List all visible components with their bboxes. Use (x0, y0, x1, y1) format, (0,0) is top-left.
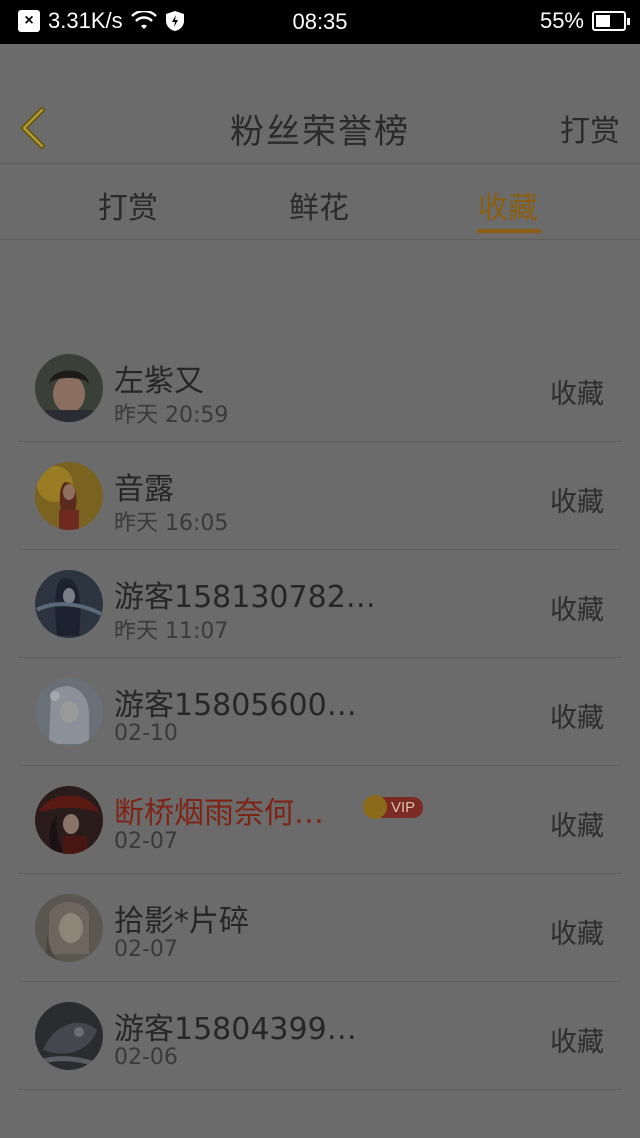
page-title: 粉丝荣誉榜 (230, 112, 410, 152)
user-name: 音露 (114, 472, 174, 507)
list-item[interactable]: 断桥烟雨奈何… VIP 02-07 收藏 (18, 766, 622, 874)
tab-bar: 打赏 鲜花 收藏 (0, 165, 640, 240)
user-name: 游客15804399… (114, 1012, 357, 1047)
list-item[interactable]: 左紫又 昨天 20:59 收藏 (18, 334, 622, 442)
user-name: 左紫又 (114, 364, 204, 399)
battery-percent: 55% (539, 8, 584, 33)
user-name: 游客15805600… (114, 688, 357, 723)
timestamp: 02-07 (114, 829, 178, 854)
header: 粉丝荣誉榜 打赏 (0, 44, 640, 164)
battery-icon (592, 11, 630, 31)
list-item[interactable]: 游客158130782… 昨天 11:07 收藏 (18, 550, 622, 658)
favorite-label: 收藏 (550, 703, 604, 734)
status-right: 55% (539, 8, 630, 34)
vip-badge: VIP (363, 795, 424, 819)
user-name: 游客158130782… (114, 580, 376, 615)
avatar (35, 570, 103, 638)
list-item[interactable]: 游客15805600… 02-10 收藏 (18, 658, 622, 766)
timestamp: 昨天 20:59 (114, 403, 229, 428)
user-name: 拾影*片碎 (114, 904, 249, 939)
user-name: 断桥烟雨奈何… (114, 796, 324, 831)
timestamp: 02-06 (114, 1045, 178, 1070)
avatar (35, 894, 103, 962)
battery-level (596, 15, 611, 27)
avatar (35, 786, 103, 854)
timestamp: 昨天 16:05 (114, 511, 229, 536)
list-item[interactable]: 音露 昨天 16:05 收藏 (18, 442, 622, 550)
list-item[interactable]: 游客15804399… 02-06 收藏 (18, 982, 622, 1090)
favorite-label: 收藏 (550, 595, 604, 626)
tab-active-indicator (477, 229, 541, 233)
avatar (35, 1002, 103, 1070)
tab-flowers[interactable]: 鲜花 (289, 183, 349, 227)
status-bar: × 3.31K/s 08:35 55% (0, 0, 640, 44)
favorite-label: 收藏 (550, 811, 604, 842)
favorite-label: 收藏 (550, 1027, 604, 1058)
tab-favorites[interactable]: 收藏 (478, 183, 538, 227)
avatar (35, 462, 103, 530)
list-item[interactable]: 拾影*片碎 02-07 收藏 (18, 874, 622, 982)
timestamp: 昨天 11:07 (114, 619, 229, 644)
crown-icon (363, 795, 387, 819)
favorite-label: 收藏 (550, 487, 604, 518)
timestamp: 02-10 (114, 721, 178, 746)
avatar (35, 354, 103, 422)
favorite-label: 收藏 (550, 379, 604, 410)
reward-button[interactable]: 打赏 (560, 106, 620, 150)
avatar (35, 678, 103, 746)
favorite-label: 收藏 (550, 919, 604, 950)
tab-reward[interactable]: 打赏 (98, 183, 158, 227)
fan-list: 左紫又 昨天 20:59 收藏 音露 昨天 16:05 收藏 游客1581307… (18, 334, 622, 1090)
timestamp: 02-07 (114, 937, 178, 962)
